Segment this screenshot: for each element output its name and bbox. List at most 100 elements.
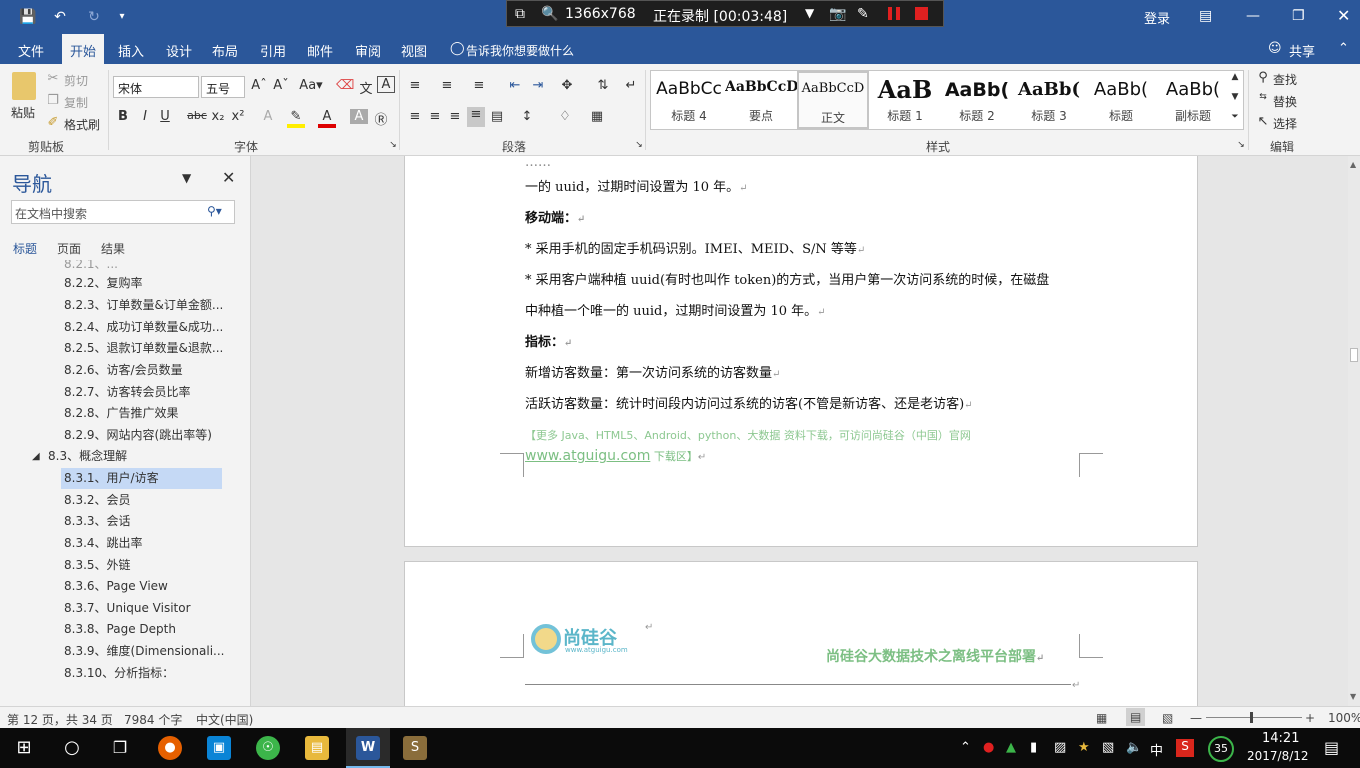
recorder-camera-icon[interactable]: 📷 — [829, 6, 846, 22]
customize-toolbar-icon[interactable]: ▾ — [112, 7, 132, 27]
numbering-icon[interactable]: ≡ — [438, 78, 456, 93]
tray-battery-icon[interactable]: ▮ — [1030, 740, 1037, 755]
redo-icon[interactable]: ↻ — [84, 7, 104, 27]
tell-me-box[interactable]: 告诉我你想要做什么 — [466, 42, 574, 59]
file-explorer-icon[interactable]: ▤ — [305, 736, 329, 760]
shrink-font-icon[interactable]: Aˇ — [272, 78, 290, 93]
justify-icon[interactable]: ≡ — [467, 107, 485, 127]
tab-insert[interactable]: 插入 — [118, 41, 144, 60]
copy-icon[interactable]: ❐ — [44, 93, 62, 108]
underline-icon[interactable]: U — [156, 109, 174, 124]
tab-layout[interactable]: 布局 — [212, 41, 238, 60]
cut-button[interactable]: 剪切 — [64, 72, 88, 89]
zoom-slider[interactable] — [1206, 717, 1302, 718]
store-icon[interactable]: ▣ — [207, 736, 231, 760]
align-left-icon[interactable]: ≡ — [406, 109, 424, 124]
nav-tab-pages[interactable]: 页面 — [57, 240, 81, 257]
page-count[interactable]: 第 12 页，共 34 页 — [7, 711, 113, 728]
nav-item[interactable]: 8.3.6、Page View — [64, 576, 168, 597]
superscript-icon[interactable]: x² — [229, 109, 247, 124]
increase-indent-icon[interactable]: ⇥ — [529, 78, 547, 93]
shading-icon[interactable]: ♢ — [556, 109, 574, 124]
tab-mailings[interactable]: 邮件 — [307, 41, 333, 60]
text-effects-icon[interactable]: A — [259, 109, 277, 124]
decrease-indent-icon[interactable]: ⇤ — [506, 78, 524, 93]
align-center-icon[interactable]: ≡ — [426, 109, 444, 124]
strikethrough-icon[interactable]: abc — [186, 109, 208, 122]
tab-design[interactable]: 设计 — [166, 41, 192, 60]
tray-display-icon[interactable]: ▧ — [1102, 740, 1114, 755]
select-button[interactable]: 选择 — [1273, 115, 1297, 132]
char-shading-icon[interactable]: A — [350, 109, 368, 124]
find-icon[interactable]: ⚲ — [1254, 70, 1272, 85]
nav-item[interactable]: 8.3.3、会话 — [64, 511, 131, 532]
windows-start-icon[interactable]: ⊞ — [12, 736, 36, 760]
nav-tab-results[interactable]: 结果 — [101, 240, 125, 257]
chinese-layout-icon[interactable]: ✥ — [558, 78, 576, 93]
zoom-slider-thumb[interactable] — [1250, 712, 1253, 723]
tray-badge[interactable]: 35 — [1208, 736, 1234, 762]
bold-icon[interactable]: B — [114, 109, 132, 124]
recorder-zoom-icon[interactable]: 🔍 — [541, 6, 558, 22]
font-color-icon[interactable]: A — [318, 109, 336, 128]
replace-button[interactable]: 替换 — [1273, 93, 1297, 110]
nav-tab-headings[interactable]: 标题 — [13, 240, 37, 257]
nav-item[interactable]: 8.3.9、维度(Dimensionali... — [64, 641, 224, 662]
nav-item[interactable]: 8.3.7、Unique Visitor — [64, 598, 191, 619]
highlight-icon[interactable]: ✎ — [287, 109, 305, 128]
change-case-icon[interactable]: Aa▾ — [298, 78, 324, 93]
nav-item-section[interactable]: 8.3、概念理解 — [48, 446, 127, 467]
nav-item[interactable]: 8.3.10、分析指标： — [64, 663, 174, 684]
undo-icon[interactable]: ↶ — [50, 7, 70, 27]
nav-item-selected[interactable]: 8.3.1、用户/访客 — [61, 468, 222, 489]
nav-item[interactable]: 8.2.2、复购率 — [64, 273, 143, 294]
recorder-window-icon[interactable]: ⧉ — [515, 6, 525, 22]
styles-scroll-down-icon[interactable]: ▼ — [1226, 92, 1244, 102]
style-key-point[interactable]: AaBbCcD 要点 — [725, 71, 797, 129]
cortana-icon[interactable]: ○ — [60, 736, 84, 760]
nav-item[interactable]: 8.2.8、广告推广效果 — [64, 403, 179, 424]
recorder-pause-icon[interactable] — [888, 7, 902, 20]
task-view-icon[interactable]: ❐ — [108, 736, 132, 760]
nav-item[interactable]: 8.2.7、访客转会员比率 — [64, 382, 191, 403]
recorder-dropdown-icon[interactable]: ▼ — [805, 6, 814, 20]
style-heading2[interactable]: AaBb( 标题 2 — [941, 71, 1013, 129]
vertical-scrollbar[interactable]: ▲ ▼ — [1348, 156, 1360, 706]
tell-me-icon[interactable]: ◯ — [450, 41, 465, 56]
nav-item[interactable]: 8.3.2、会员 — [64, 490, 131, 511]
style-normal[interactable]: AaBbCcD 正文 — [797, 71, 869, 129]
format-painter-icon[interactable]: ✐ — [44, 115, 62, 130]
enclose-char-icon[interactable]: Ⓡ — [372, 109, 390, 128]
tray-app-icon[interactable]: ★ — [1078, 740, 1090, 755]
font-name-box[interactable]: 宋体 — [113, 76, 199, 98]
share-person-icon[interactable]: ☺ — [1268, 41, 1282, 56]
cut-icon[interactable]: ✂ — [44, 71, 62, 86]
tray-network-icon[interactable]: ▨ — [1054, 740, 1066, 755]
nav-item[interactable]: 8.3.8、Page Depth — [64, 619, 176, 640]
notification-center-icon[interactable]: ▤ — [1324, 738, 1339, 757]
phonetic-guide-icon[interactable]: 文 — [357, 78, 375, 97]
word-icon[interactable]: W — [356, 736, 380, 760]
nav-close-icon[interactable]: ✕ — [222, 168, 235, 187]
document-page[interactable]: 尚硅谷 www.atguigu.com ↵ 尚硅谷大数据技术之离线平台部署↵ ↵ — [404, 561, 1198, 706]
paste-icon[interactable] — [12, 72, 36, 100]
tab-review[interactable]: 审阅 — [355, 41, 381, 60]
style-heading3[interactable]: AaBb( 标题 3 — [1013, 71, 1085, 129]
tray-ime[interactable]: 中 — [1150, 740, 1163, 759]
tab-home[interactable]: 开始 — [62, 34, 105, 64]
font-size-box[interactable]: 五号 — [201, 76, 245, 98]
clock-time[interactable]: 14:21 — [1262, 731, 1299, 746]
word-count[interactable]: 7984 个字 — [124, 711, 182, 728]
language[interactable]: 中文(中国) — [196, 711, 253, 728]
minimize-icon[interactable]: — — [1246, 8, 1260, 24]
replace-icon[interactable]: ⇆ — [1254, 92, 1272, 102]
find-button[interactable]: 查找 — [1273, 71, 1297, 88]
style-subtitle[interactable]: AaBb( 副标题 — [1157, 71, 1229, 129]
print-layout-icon[interactable]: ▤ — [1126, 708, 1146, 726]
document-area[interactable]: …… 一的 uuid，过期时间设置为 10 年。↵ 移动端：↵ * 采用手机的固… — [252, 156, 1348, 706]
nav-item[interactable]: 8.2.3、订单数量&订单金额... — [64, 295, 223, 316]
multilevel-list-icon[interactable]: ≡ — [470, 78, 488, 93]
maximize-icon[interactable]: ❐ — [1292, 8, 1305, 24]
select-icon[interactable]: ↖ — [1254, 114, 1272, 129]
tray-volume-icon[interactable]: 🔈 — [1126, 740, 1142, 755]
